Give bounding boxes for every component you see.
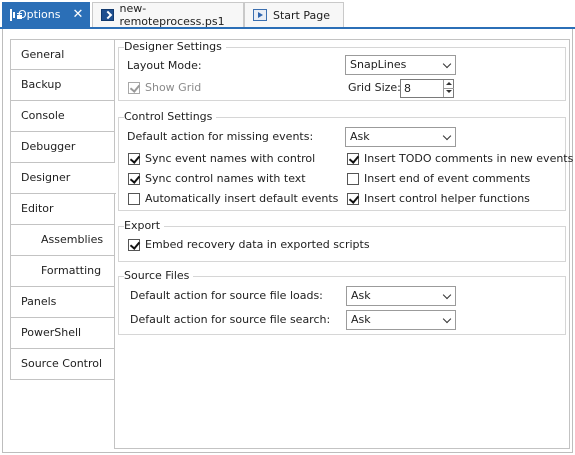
sync-event-names-label: Sync event names with control <box>145 152 316 165</box>
tab-start-label: Start Page <box>273 8 330 22</box>
nav-item-editor[interactable]: Editor <box>10 194 115 225</box>
nav-label: General <box>21 48 65 61</box>
nav-label: Backup <box>21 78 62 91</box>
insert-helper-functions-checkbox[interactable] <box>347 193 359 205</box>
chevron-down-icon <box>442 290 452 300</box>
layout-mode-select[interactable]: SnapLines <box>345 55 456 75</box>
source-files-title: Source Files <box>124 269 194 282</box>
export-title: Export <box>124 219 165 232</box>
group-divider <box>118 226 566 227</box>
grid-size-label: Grid Size: <box>348 81 401 94</box>
control-settings-title: Control Settings <box>124 110 217 123</box>
insert-todo-checkbox[interactable] <box>347 153 359 165</box>
nav-item-source-control[interactable]: Source Control <box>10 349 115 380</box>
nav-label: PowerShell <box>21 326 82 339</box>
layout-mode-value: SnapLines <box>350 58 407 71</box>
show-grid-label: Show Grid <box>145 81 202 94</box>
source-search-select[interactable]: Ask <box>346 310 456 330</box>
nav-item-panels[interactable]: Panels <box>10 287 115 318</box>
source-search-value: Ask <box>351 313 371 326</box>
stepper-buttons[interactable] <box>443 80 454 97</box>
tab-ps1-label: new-remoteprocess.ps1 <box>119 2 225 28</box>
insert-end-comments-label: Insert end of event comments <box>364 172 531 185</box>
nav-item-general[interactable]: General <box>10 39 115 70</box>
designer-settings-title: Designer Settings <box>124 40 226 53</box>
nav-item-debugger[interactable]: Debugger <box>10 132 115 163</box>
show-grid-checkbox[interactable] <box>128 82 140 94</box>
tab-new-remoteprocess[interactable]: new-remoteprocess.ps1 <box>92 2 244 28</box>
tab-options-label: Options <box>18 8 61 21</box>
insert-helper-functions-label: Insert control helper functions <box>364 192 530 205</box>
nav-label: Panels <box>21 295 57 308</box>
nav-label: Designer <box>21 171 71 184</box>
nav-item-backup[interactable]: Backup <box>10 70 115 101</box>
powershell-file-icon <box>101 9 114 21</box>
nav-label: Formatting <box>41 264 102 277</box>
source-loads-select[interactable]: Ask <box>346 286 456 306</box>
auto-insert-events-label: Automatically insert default events <box>145 192 339 205</box>
source-loads-label: Default action for source file loads: <box>130 289 323 302</box>
chevron-up-icon <box>446 82 452 85</box>
missing-events-label: Default action for missing events: <box>127 130 314 143</box>
nav-item-assemblies[interactable]: Assemblies <box>10 225 115 256</box>
insert-end-comments-checkbox[interactable] <box>347 173 359 185</box>
sync-control-names-checkbox[interactable] <box>128 173 140 185</box>
nav-label: Debugger <box>21 140 76 153</box>
chevron-down-icon <box>446 90 452 93</box>
source-files-group <box>118 276 566 335</box>
missing-events-select[interactable]: Ask <box>345 127 456 147</box>
auto-insert-events-checkbox[interactable] <box>128 193 140 205</box>
nav-item-powershell[interactable]: PowerShell <box>10 318 115 349</box>
nav-item-console[interactable]: Console <box>10 101 115 132</box>
nav-item-designer[interactable]: Designer <box>10 163 116 194</box>
layout-mode-label: Layout Mode: <box>127 59 202 72</box>
tab-options[interactable]: Options ✕ <box>2 2 90 27</box>
source-loads-value: Ask <box>351 289 371 302</box>
grid-size-stepper[interactable]: 8 <box>400 79 454 98</box>
document-tab-strip: Options ✕ new-remoteprocess.ps1 Start Pa… <box>0 0 575 28</box>
chevron-down-icon <box>442 131 452 141</box>
source-search-label: Default action for source file search: <box>130 313 331 326</box>
insert-todo-label: Insert TODO comments in new events <box>364 152 574 165</box>
sync-event-names-checkbox[interactable] <box>128 153 140 165</box>
nav-label: Console <box>21 109 65 122</box>
nav-label: Editor <box>21 202 54 215</box>
options-nav: General Backup Console Debugger Designer… <box>10 39 116 380</box>
options-icon <box>10 8 22 21</box>
sync-control-names-label: Sync control names with text <box>145 172 306 185</box>
grid-size-value: 8 <box>404 82 411 95</box>
start-page-icon <box>253 9 267 21</box>
missing-events-value: Ask <box>350 130 370 143</box>
chevron-down-icon <box>442 314 452 324</box>
nav-label: Source Control <box>21 357 103 370</box>
chevron-down-icon <box>442 59 452 69</box>
nav-label: Assemblies <box>41 233 104 246</box>
stepper-divider <box>444 88 454 89</box>
embed-recovery-checkbox[interactable] <box>128 239 140 251</box>
nav-item-formatting[interactable]: Formatting <box>10 256 115 287</box>
embed-recovery-label: Embed recovery data in exported scripts <box>145 238 370 251</box>
tab-start-page[interactable]: Start Page <box>244 2 344 27</box>
close-icon[interactable]: ✕ <box>72 8 83 21</box>
